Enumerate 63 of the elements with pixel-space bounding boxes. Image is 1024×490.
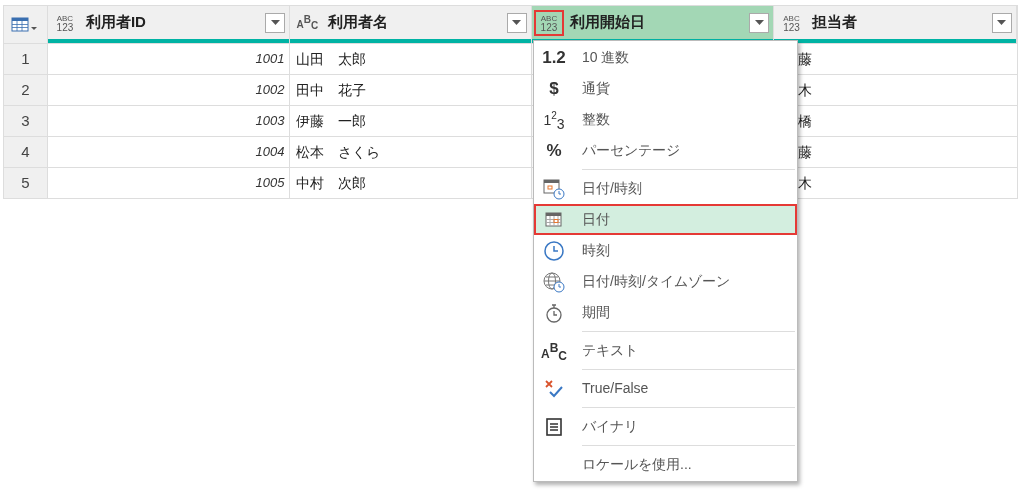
- menu-item[interactable]: 日付: [534, 204, 797, 235]
- table-cell-text: 藤: [798, 49, 813, 69]
- caret-icon: [754, 20, 764, 25]
- column-title: 担当者: [812, 12, 859, 33]
- column-title: 利用開始日: [569, 12, 646, 33]
- any-type-icon[interactable]: ABC 123: [537, 13, 560, 32]
- table-cell-text: 木: [798, 173, 813, 193]
- column-title: 利用者ID: [85, 12, 147, 33]
- column-filter-button[interactable]: [506, 12, 527, 33]
- column-header[interactable]: ABC 123 利用者ID: [47, 6, 291, 43]
- document-icon: [544, 415, 564, 438]
- menu-item[interactable]: バイナリ: [534, 411, 797, 442]
- table-cell: 1003: [47, 106, 291, 136]
- table-cell: 1004: [47, 137, 291, 167]
- caret-icon: [512, 20, 522, 25]
- menu-item[interactable]: 1.2 10 進数: [534, 42, 797, 73]
- table-cell: 松本 さくら: [290, 137, 532, 167]
- cross-check-icon: [543, 377, 565, 400]
- row-number: 2: [4, 75, 48, 105]
- column-header[interactable]: ABC 123 担当者: [774, 6, 1017, 43]
- menu-item[interactable]: 日付/時刻: [534, 173, 797, 204]
- table-cell: 1001: [47, 44, 291, 74]
- menu-item[interactable]: ロケールを使用...: [534, 449, 797, 480]
- table-cell-text: 藤: [798, 142, 813, 162]
- column-title: 利用者名: [328, 12, 390, 33]
- menu-item[interactable]: 時刻: [534, 235, 797, 266]
- menu-item[interactable]: True/False: [534, 373, 797, 404]
- table-cell: 田中 花子: [290, 75, 532, 105]
- menu-item[interactable]: 期間: [534, 297, 797, 328]
- text-type-icon[interactable]: ABC: [296, 13, 319, 32]
- table-cell: 1002: [47, 75, 291, 105]
- caret-icon: [270, 20, 280, 25]
- calendar-icon: [544, 209, 564, 230]
- type-glyph-icon: %: [546, 142, 562, 159]
- any-type-icon[interactable]: ABC 123: [53, 13, 76, 32]
- table-cell: 中村 次郎: [290, 168, 532, 198]
- type-glyph-icon: $: [549, 80, 559, 97]
- globe-clock-icon: [542, 270, 566, 293]
- menu-item[interactable]: 日付/時刻/タイムゾーン: [534, 266, 797, 297]
- column-filter-button[interactable]: [749, 12, 770, 33]
- menu-item[interactable]: ABC テキスト: [534, 335, 797, 366]
- row-number: 4: [4, 137, 48, 167]
- column-filter-button[interactable]: [992, 12, 1012, 33]
- table-cell: 山田 太郎: [290, 44, 532, 74]
- any-type-icon[interactable]: ABC 123: [780, 13, 803, 32]
- table-cell-text: 橋: [798, 111, 813, 131]
- column-header[interactable]: ABC 利用者名: [290, 6, 532, 43]
- clock-icon: [543, 239, 565, 262]
- table-menu-icon[interactable]: [11, 16, 40, 33]
- row-number: 1: [4, 44, 48, 74]
- type-glyph-icon: 1.2: [542, 49, 566, 66]
- table-cell: 1005: [47, 168, 291, 198]
- table-cell-text: 木: [798, 80, 813, 100]
- table-cell: 伊藤 一郎: [290, 106, 532, 136]
- column-filter-button[interactable]: [265, 12, 286, 33]
- row-number: 5: [4, 168, 48, 198]
- calendar-clock-icon: [542, 177, 566, 200]
- stopwatch-icon: [544, 301, 564, 324]
- caret-icon: [997, 20, 1007, 25]
- menu-item[interactable]: $ 通貨: [534, 73, 797, 104]
- menu-item[interactable]: % パーセンテージ: [534, 135, 797, 166]
- row-number: 3: [4, 106, 48, 136]
- text-type-icon: ABC: [541, 340, 567, 361]
